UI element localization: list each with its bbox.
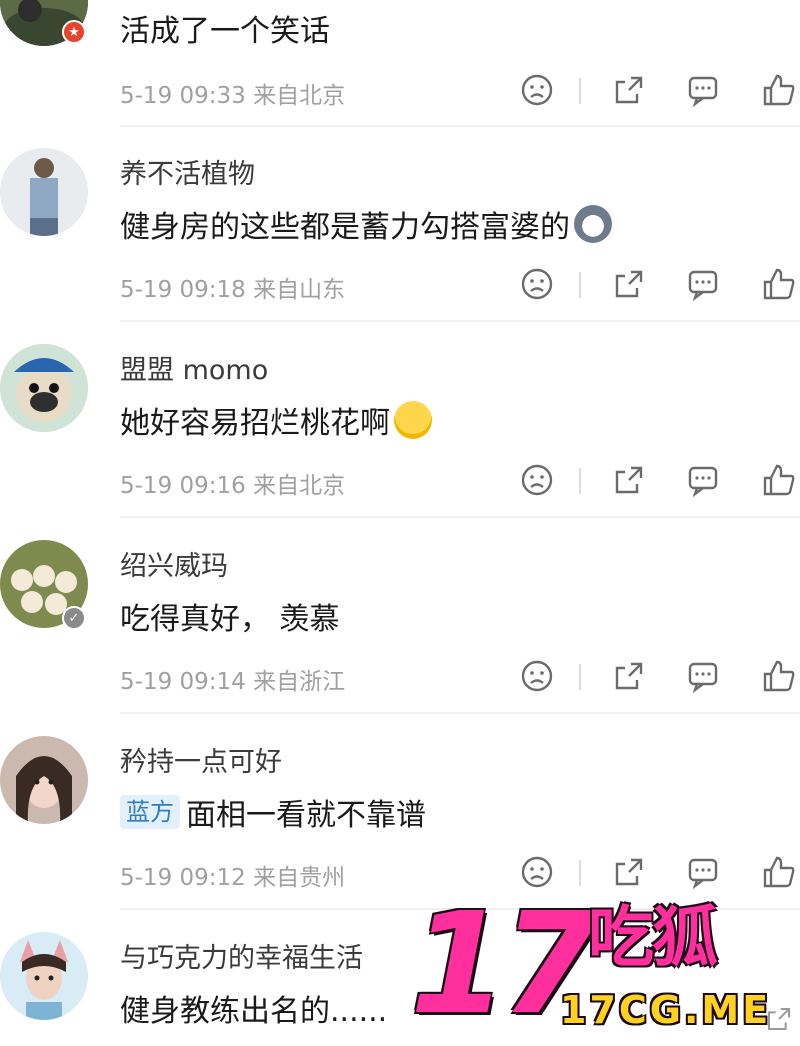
- username[interactable]: 与巧克力的幸福生活: [120, 936, 363, 975]
- divider: [120, 712, 800, 714]
- comment-content: 蓝方 面相一看就不靠谱: [120, 790, 426, 834]
- watermark-logo: 17 吃狐 17CG.ME: [410, 895, 800, 1039]
- share-icon[interactable]: [611, 72, 647, 108]
- divider: [120, 125, 800, 127]
- dislike-icon[interactable]: [519, 72, 555, 108]
- comment-content: 健身房的这些都是蓄力勾搭富婆的: [120, 202, 612, 246]
- avatar[interactable]: [0, 344, 88, 432]
- reply-icon[interactable]: [685, 462, 721, 498]
- comment-actions: [515, 266, 800, 306]
- comment-content: 健身教练出名的......: [120, 994, 388, 1029]
- dog-face-emoji: [574, 205, 612, 243]
- comment-actions: [515, 658, 800, 698]
- verified-badge: ✓: [62, 606, 86, 630]
- like-icon[interactable]: [761, 72, 797, 108]
- watermark-site: 17CG.ME: [560, 988, 772, 1032]
- dislike-icon[interactable]: [519, 266, 555, 302]
- comment-content: 她好容易招烂桃花啊: [120, 398, 432, 442]
- reply-icon[interactable]: [685, 658, 721, 694]
- like-icon[interactable]: [761, 462, 797, 498]
- reply-icon[interactable]: [685, 266, 721, 302]
- share-icon[interactable]: [611, 658, 647, 694]
- divider: [579, 664, 581, 690]
- reply-icon[interactable]: [685, 854, 721, 890]
- share-icon[interactable]: [611, 266, 647, 302]
- comment-meta: 5-19 09:18 来自山东: [120, 277, 346, 303]
- username[interactable]: 盟盟 momo: [120, 348, 268, 387]
- divider: [120, 516, 800, 518]
- comment-meta: 5-19 09:12 来自贵州: [120, 865, 346, 891]
- reply-icon[interactable]: [685, 72, 721, 108]
- comment-meta: 5-19 09:16 来自北京: [120, 473, 346, 499]
- username[interactable]: 矜持一点可好: [120, 740, 282, 779]
- comment-content: 吃得真好， 羡慕: [120, 602, 340, 637]
- comment-actions: [515, 72, 800, 112]
- divider: [579, 78, 581, 104]
- watermark-chinese: 吃狐: [588, 899, 718, 976]
- dislike-icon[interactable]: [519, 462, 555, 498]
- red-star-badge: ★: [62, 20, 86, 44]
- like-icon[interactable]: [761, 854, 797, 890]
- username[interactable]: 绍兴威玛: [120, 544, 228, 583]
- dislike-icon[interactable]: [519, 658, 555, 694]
- comment-meta: 5-19 09:14 来自浙江: [120, 669, 346, 695]
- divider: [120, 320, 800, 322]
- comment-actions: [515, 462, 800, 502]
- comment-meta: 5-19 09:33 来自北京: [120, 83, 346, 109]
- divider: [579, 272, 581, 298]
- laugh-cry-emoji: [394, 401, 432, 439]
- share-icon[interactable]: [611, 854, 647, 890]
- team-tag[interactable]: 蓝方: [120, 795, 180, 829]
- avatar[interactable]: [0, 932, 88, 1020]
- share-icon[interactable]: [611, 462, 647, 498]
- comment-content: 活成了一个笑话: [120, 14, 330, 49]
- username[interactable]: 养不活植物: [120, 152, 255, 191]
- avatar[interactable]: [0, 736, 88, 824]
- like-icon[interactable]: [761, 658, 797, 694]
- avatar[interactable]: [0, 148, 88, 236]
- divider: [579, 468, 581, 494]
- like-icon[interactable]: [761, 266, 797, 302]
